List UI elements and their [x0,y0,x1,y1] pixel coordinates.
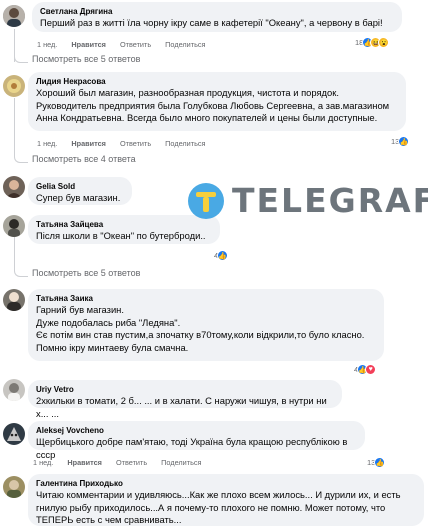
comment-bubble: Лидия Некрасова Хороший был магазин, раз… [28,72,406,131]
comment-author[interactable]: Aleksej Vovcheno [36,425,357,436]
thread-elbow [14,54,28,63]
avatar[interactable] [3,75,25,97]
comment-author[interactable]: Gelia Sold [36,181,124,192]
reactions[interactable]: 13 👍 [391,136,410,147]
comment-bubble: Галентина Приходько Читаю комментарии и … [28,474,424,526]
comment-text: Супер був магазин. [36,192,121,203]
avatar[interactable] [3,176,25,198]
reactions[interactable]: 18 👍 😆 😮 [355,37,390,48]
comment-bubble: Татьяна Заика Гарний був магазин. Дуже п… [28,289,384,361]
like-button[interactable]: Нравится [71,139,106,148]
comment-author[interactable]: Светлана Дрягина [40,6,394,17]
comment-text: Перший раз в житті їла чорну ікру саме в… [40,17,383,28]
like-button[interactable]: Нравится [67,458,102,467]
comment-time[interactable]: 1 нед. [33,458,53,467]
like-reaction-icon: 👍 [217,250,229,261]
comment-bubble: Uriy Vetro 2хкильки в томати, 2 б... ...… [28,380,342,419]
watermark: TELEGRAF [188,181,428,220]
reactions[interactable]: 4 👍 [214,250,229,261]
avatar[interactable] [3,289,25,311]
watermark-text: TELEGRAF [232,181,428,220]
comment-author[interactable]: Татьяна Заика [36,293,376,304]
avatar[interactable] [3,5,25,27]
reply-button[interactable]: Ответить [120,139,151,148]
comment-actions: 1 нед. Нравится Ответить Поделиться [37,40,217,49]
comment-bubble: Gelia Sold Супер був магазин. [28,177,132,205]
comment-author[interactable]: Лидия Некрасова [36,76,398,87]
reactions[interactable]: 13 👍 [367,457,386,468]
comment-text: Читаю комментарии и удивляюсь...Как же п… [36,489,401,525]
comment-time[interactable]: 1 нед. [37,139,57,148]
love-reaction-icon: ♥ [365,364,377,375]
comment-actions: 1 нед. Нравится Ответить Поделиться [37,139,217,148]
like-reaction-icon: 👍 [398,136,410,147]
comment-bubble: Светлана Дрягина Перший раз в житті їла … [32,2,402,32]
reply-button[interactable]: Ответить [116,458,147,467]
comment-author[interactable]: Uriy Vetro [36,384,334,395]
reply-button[interactable]: Ответить [120,40,151,49]
comment-author[interactable]: Татьяна Зайцева [36,219,212,230]
comment-bubble: Aleksej Vovcheno Щербицького добре пам'я… [28,421,365,460]
comment-text: Гарний був магазин. Дуже подобалась риба… [36,304,365,353]
comment-text: 2хкильки в томати, 2 б... ... и в халати… [36,395,327,419]
comment-text: Після школи в "Океан" по бутерброди.. [36,230,206,241]
view-replies-link[interactable]: Посмотреть все 5 ответов [14,268,140,278]
wow-reaction-icon: 😮 [378,37,390,48]
comment-time[interactable]: 1 нед. [37,40,57,49]
like-button[interactable]: Нравится [71,40,106,49]
avatar[interactable] [3,476,25,498]
thread-line [14,98,16,156]
thread-elbow [14,154,28,163]
avatar[interactable] [3,379,25,401]
view-replies-link[interactable]: Посмотреть все 5 ответов [14,54,140,64]
comment-text: Хороший был магазин, разнообразная проду… [36,87,390,123]
share-button[interactable]: Поделиться [165,139,205,148]
thread-line [14,237,16,271]
share-button[interactable]: Поделиться [165,40,205,49]
avatar[interactable] [3,215,25,237]
thread-elbow [14,268,28,277]
comment-actions: 1 нед. Нравится Ответить Поделиться [33,458,213,467]
avatar[interactable] [3,423,25,445]
reactions[interactable]: 4 👍 ♥ [354,364,377,375]
comment-author[interactable]: Галентина Приходько [36,478,416,489]
like-reaction-icon: 👍 [374,457,386,468]
share-button[interactable]: Поделиться [161,458,201,467]
telegraf-logo-icon [188,182,224,219]
view-replies-link[interactable]: Посмотреть все 4 ответа [14,154,136,164]
